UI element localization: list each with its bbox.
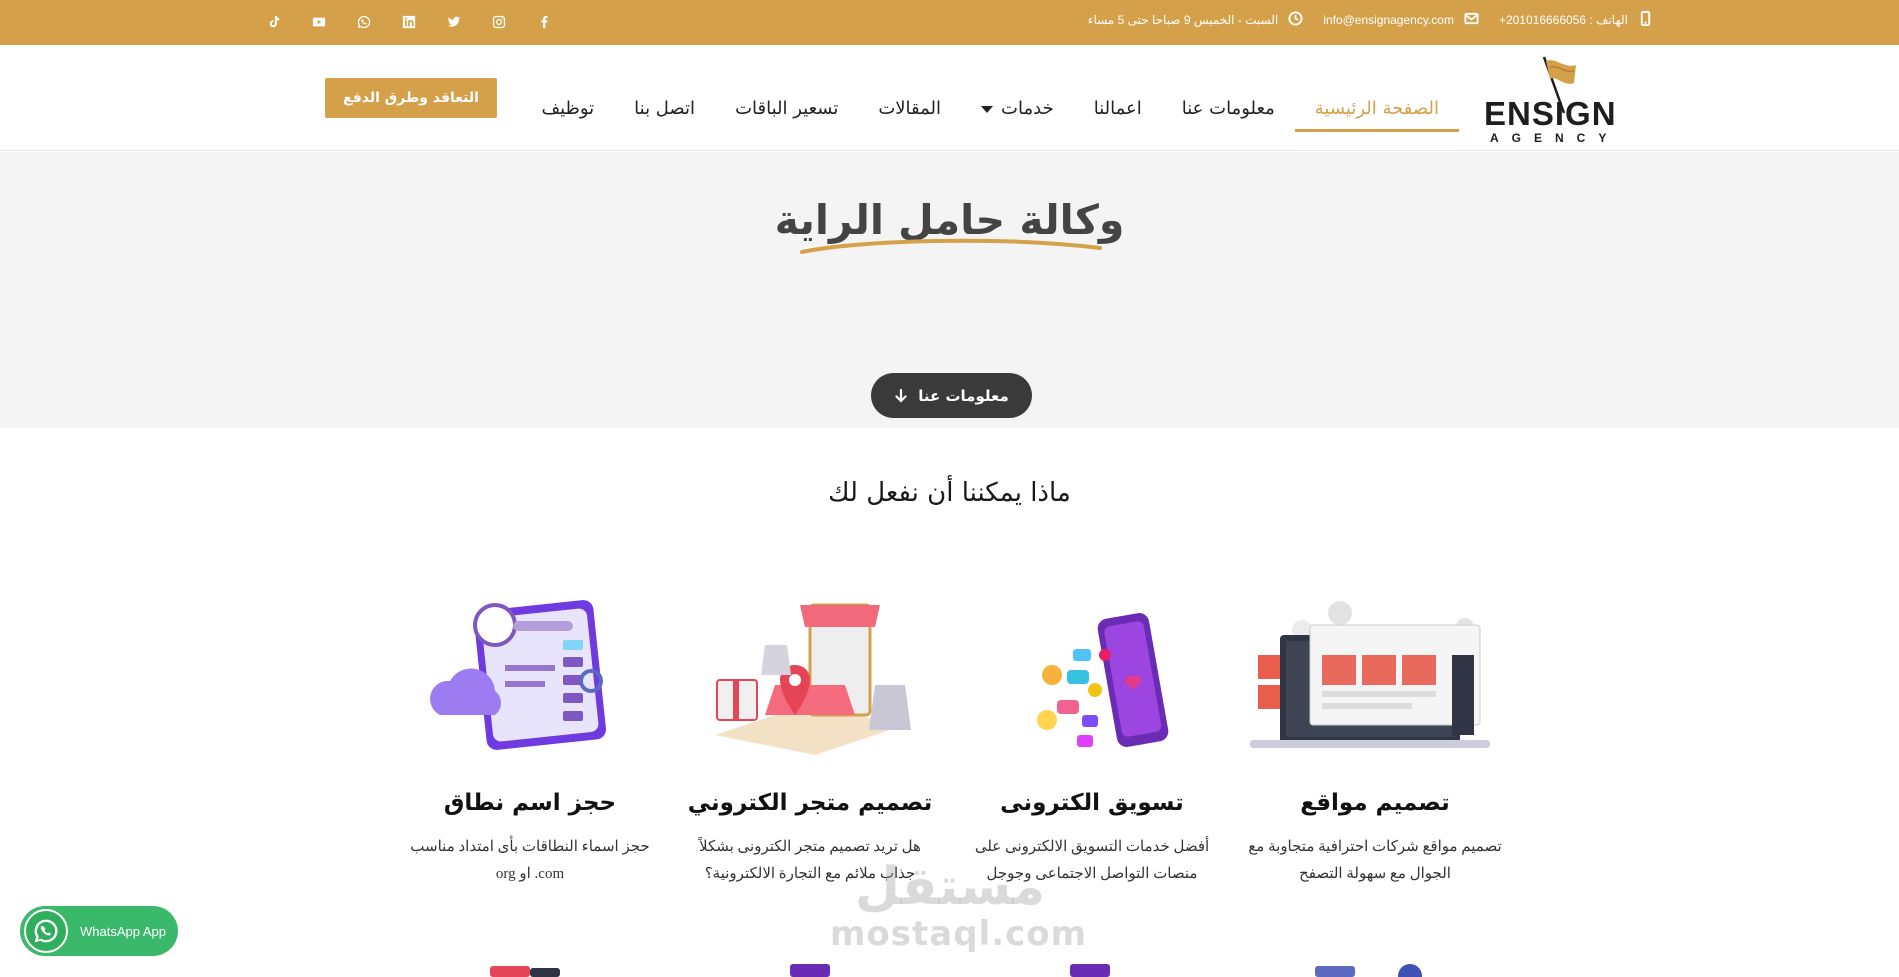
hours-item: السبت - الخميس 9 صباحا حتى 5 مساء	[1088, 11, 1303, 29]
envelope-icon	[1464, 11, 1479, 29]
email-item[interactable]: info@ensignagency.com	[1323, 11, 1479, 29]
about-us-button-label: معلومات عنا	[918, 386, 1009, 405]
social-links	[262, 13, 555, 31]
main-menu: الصفحة الرئيسية معلومات عنا اعمالنا خدما…	[521, 85, 1459, 132]
service-title: حجز اسم نطاق	[443, 790, 617, 816]
service-title: تصميم مواقع	[1300, 790, 1450, 816]
marketing-illustration	[957, 585, 1227, 760]
domain-illustration	[395, 585, 665, 760]
facebook-icon[interactable]	[532, 13, 555, 31]
nav-item-articles[interactable]: المقالات	[858, 98, 961, 119]
hours-text: السبت - الخميس 9 صباحا حتى 5 مساء	[1087, 13, 1279, 27]
next-row-illustration	[490, 966, 560, 977]
watermark-arabic: مستقل	[854, 857, 1046, 917]
caret-down-icon	[981, 105, 994, 113]
main-header: ENSIGN AGENCY الصفحة الرئيسية معلومات عن…	[0, 45, 1899, 151]
linkedin-icon[interactable]	[397, 13, 420, 31]
next-row-illustration	[790, 964, 830, 977]
email-text: info@ensignagency.com	[1323, 13, 1454, 27]
service-title: تسويق الكترونى	[1000, 790, 1184, 816]
logo-word: ENSIGN	[1484, 95, 1617, 132]
arrow-down-icon	[895, 388, 907, 403]
instagram-icon[interactable]	[487, 13, 510, 31]
watermark: مستقل mostaql.com	[830, 857, 1088, 954]
service-description: تصميم مواقع شركات احترافية متجاوبة مع ال…	[1248, 839, 1502, 882]
nav-item-works[interactable]: اعمالنا	[1074, 98, 1162, 119]
watermark-latin: mostaql.com	[830, 914, 1088, 954]
whatsapp-icon	[24, 909, 68, 953]
twitter-icon[interactable]	[442, 13, 465, 31]
phone-item[interactable]: الهاتف : 201016666056+	[1499, 11, 1653, 29]
nav-item-pricing[interactable]: تسعير الباقات	[715, 98, 858, 119]
top-bar: الهاتف : 201016666056+ info@ensignagency…	[0, 0, 1899, 45]
ensign-logo[interactable]: ENSIGN AGENCY	[1480, 55, 1630, 145]
service-description: حجز اسماء النطاقات بأى امتداد مناسب com.…	[410, 839, 650, 882]
service-title: تصميم متجر الكتروني	[687, 790, 933, 816]
phone-text: الهاتف : 201016666056+	[1498, 13, 1628, 27]
contract-payment-button[interactable]: التعاقد وطرق الدفع	[325, 78, 497, 118]
next-row-illustration	[1070, 964, 1110, 977]
service-card-domain[interactable]: حجز اسم نطاق حجز اسماء النطاقات بأى امتد…	[395, 585, 665, 888]
web-design-illustration	[1240, 585, 1510, 760]
service-card-ecommerce[interactable]: تصميم متجر الكتروني هل تريد تصميم متجر ا…	[675, 585, 945, 888]
nav-item-jobs[interactable]: توظيف	[521, 98, 614, 119]
next-row-illustration	[1315, 964, 1422, 977]
logo-sub: AGENCY	[1490, 131, 1620, 145]
clock-icon	[1288, 11, 1303, 29]
ecommerce-illustration	[675, 585, 945, 760]
nav-item-about[interactable]: معلومات عنا	[1162, 98, 1295, 119]
nav-item-services[interactable]: خدمات	[961, 98, 1074, 119]
about-us-button[interactable]: معلومات عنا	[871, 373, 1032, 418]
whatsapp-icon[interactable]	[352, 13, 375, 31]
contact-info: الهاتف : 201016666056+ info@ensignagency…	[1088, 11, 1653, 29]
nav-item-home[interactable]: الصفحة الرئيسية	[1294, 98, 1459, 132]
title-underline	[800, 238, 1102, 254]
services-title: ماذا يمكننا أن نفعل لك	[828, 478, 1071, 508]
service-card-web-design[interactable]: تصميم مواقع تصميم مواقع شركات احترافية م…	[1240, 585, 1510, 888]
service-card-marketing[interactable]: تسويق الكترونى أفضل خدمات التسويق الالكت…	[957, 585, 1227, 888]
nav-item-contact[interactable]: اتصل بنا	[614, 98, 715, 119]
whatsapp-label: WhatsApp App	[80, 923, 166, 939]
youtube-icon[interactable]	[307, 13, 330, 31]
whatsapp-floating-button[interactable]: WhatsApp App	[20, 906, 178, 956]
hero-section: وكالة حامل الراية معلومات عنا	[0, 152, 1899, 428]
mobile-icon	[1638, 11, 1653, 29]
tiktok-icon[interactable]	[262, 13, 285, 31]
nav-item-services-label: خدمات	[1001, 98, 1054, 119]
